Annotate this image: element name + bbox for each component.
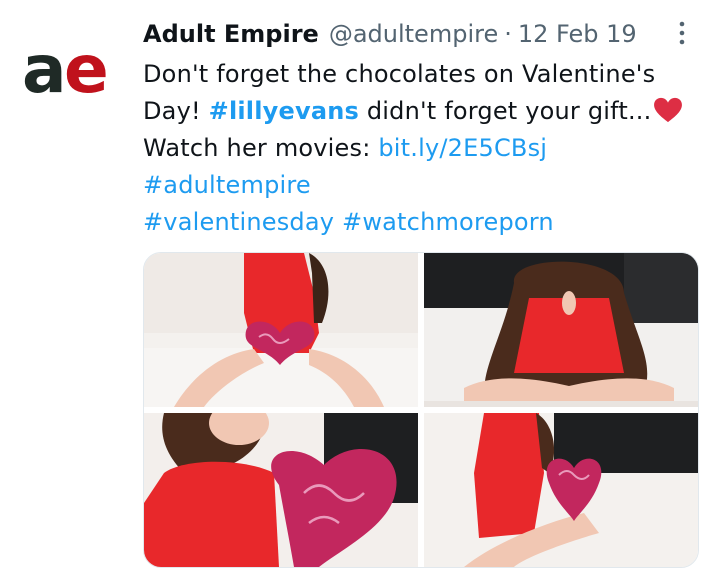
tweet-date[interactable]: 12 Feb 19 <box>518 20 637 48</box>
more-options-button[interactable] <box>670 18 694 48</box>
author-name[interactable]: Adult Empire <box>143 20 319 48</box>
photo-1[interactable] <box>144 253 418 407</box>
photo-2[interactable] <box>424 253 698 407</box>
tweet-card[interactable]: a e Adult Empire @adultempire · 12 Feb 1… <box>0 0 720 584</box>
tweet-header: Adult Empire @adultempire · 12 Feb 19 <box>143 17 637 51</box>
media-grid <box>143 252 699 568</box>
text-fragment: Watch her movies: <box>143 134 379 162</box>
vertical-dots-icon <box>679 21 685 45</box>
author-handle[interactable]: @adultempire <box>329 20 498 48</box>
hashtag-watchmoreporn[interactable]: #watchmoreporn <box>342 208 554 236</box>
hashtag-valentinesday[interactable]: #valentinesday <box>143 208 334 236</box>
movies-link[interactable]: bit.ly/2E5CBsj <box>378 134 547 162</box>
photo-3[interactable] <box>144 413 418 567</box>
adult-empire-logo-icon: a e <box>22 34 109 104</box>
tweet-text-line-5: #valentinesday #watchmoreporn <box>143 204 703 241</box>
text-fragment: didn't forget your gift... <box>359 97 652 125</box>
hashtag-lillyevans[interactable]: #lillyevans <box>209 97 359 125</box>
avatar[interactable]: a e <box>20 34 128 104</box>
svg-text:a: a <box>22 34 67 104</box>
separator-dot: · <box>504 20 512 48</box>
text-fragment: Day! <box>143 97 209 125</box>
tweet-text-line-4: #adultempire <box>143 167 703 204</box>
tweet-text-line-1: Don't forget the chocolates on Valentine… <box>143 60 656 88</box>
svg-text:e: e <box>64 34 109 104</box>
red-heart-icon <box>654 97 683 123</box>
tweet-text: Don't forget the chocolates on Valentine… <box>143 56 703 241</box>
tweet-text-line-2: Day! #lillyevans didn't forget your gift… <box>143 93 703 130</box>
tweet-text-line-3: Watch her movies: bit.ly/2E5CBsj <box>143 130 703 167</box>
hashtag-adultempire[interactable]: #adultempire <box>143 171 311 199</box>
photo-4[interactable] <box>424 413 698 567</box>
